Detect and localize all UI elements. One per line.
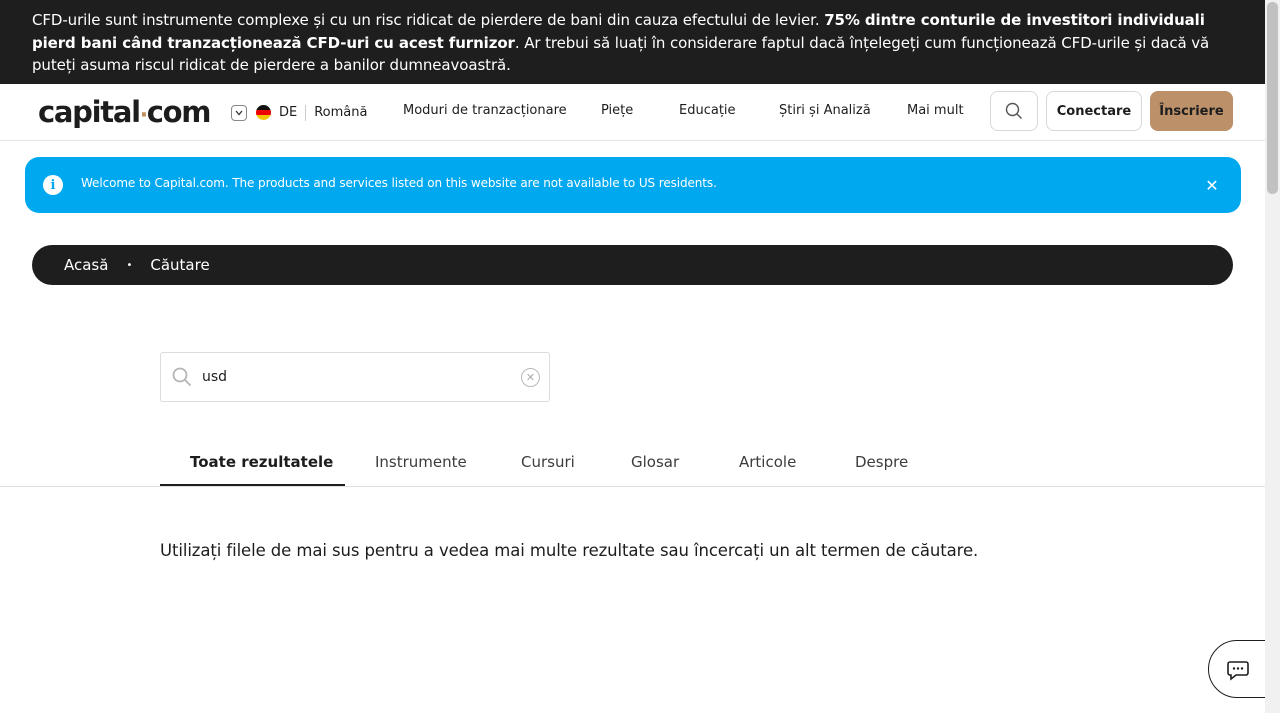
site-header: capital·com DE Română Moduri de tranzacț… xyxy=(0,84,1265,141)
chevron-down-icon[interactable] xyxy=(231,104,247,121)
breadcrumb-current: Căutare xyxy=(150,256,210,274)
us-residents-alert: i Welcome to Capital.com. The products a… xyxy=(25,157,1241,213)
alert-text: Welcome to Capital.com. The products and… xyxy=(81,176,717,190)
search-input[interactable] xyxy=(202,366,502,388)
country-code: DE xyxy=(279,105,298,120)
search-hint-text: Utilizați filele de mai sus pentru a ved… xyxy=(160,541,979,560)
risk-warning-banner: CFD-urile sunt instrumente complexe și c… xyxy=(0,0,1265,84)
scrollbar-thumb[interactable] xyxy=(1267,2,1278,194)
logo-text-left: capital xyxy=(38,95,141,129)
germany-flag-icon xyxy=(256,105,271,120)
page-scrollbar[interactable] xyxy=(1265,0,1280,713)
breadcrumb-home[interactable]: Acasă xyxy=(64,256,108,274)
logo-text-right: com xyxy=(146,95,212,129)
risk-warning-text: CFD-urile sunt instrumente complexe și c… xyxy=(32,11,825,29)
logo-dot: · xyxy=(139,103,148,128)
close-icon[interactable]: ✕ xyxy=(1203,174,1221,196)
tab-all-results[interactable]: Toate rezultatele xyxy=(190,453,333,471)
page: CFD-urile sunt instrumente complexe și c… xyxy=(0,0,1265,713)
login-button[interactable]: Conectare xyxy=(1046,91,1142,131)
breadcrumb: Acasă • Căutare xyxy=(32,245,1233,285)
nav-news-analysis[interactable]: Știri și Analiză xyxy=(779,103,871,118)
breadcrumb-separator: • xyxy=(126,259,133,271)
search-icon xyxy=(1005,102,1022,119)
search-icon xyxy=(172,367,192,387)
capital-logo[interactable]: capital·com xyxy=(38,94,212,134)
language-selector[interactable]: DE Română xyxy=(231,104,367,121)
tab-articles[interactable]: Articole xyxy=(739,453,796,471)
signup-button[interactable]: Înscriere xyxy=(1150,91,1233,131)
tab-about[interactable]: Despre xyxy=(855,453,908,471)
tab-instruments[interactable]: Instrumente xyxy=(375,453,467,471)
search-box: ✕ xyxy=(160,352,550,402)
info-icon: i xyxy=(43,175,63,195)
tab-courses[interactable]: Cursuri xyxy=(521,453,575,471)
nav-more[interactable]: Mai mult xyxy=(907,103,964,118)
nav-trading-modes[interactable]: Moduri de tranzacționare xyxy=(403,103,567,118)
language-label: Română xyxy=(314,105,368,120)
chat-button[interactable] xyxy=(1208,640,1265,698)
divider xyxy=(305,104,307,121)
tab-glossary[interactable]: Glosar xyxy=(631,453,679,471)
clear-search-icon[interactable]: ✕ xyxy=(521,368,540,387)
nav-education[interactable]: Educație xyxy=(679,103,736,118)
chat-bubble-icon xyxy=(1227,661,1249,681)
active-tab-indicator xyxy=(160,484,345,486)
result-tabs: Toate rezultatele Instrumente Cursuri Gl… xyxy=(0,438,1265,487)
header-search-button[interactable] xyxy=(990,91,1038,131)
nav-markets[interactable]: Piețe xyxy=(601,103,633,118)
